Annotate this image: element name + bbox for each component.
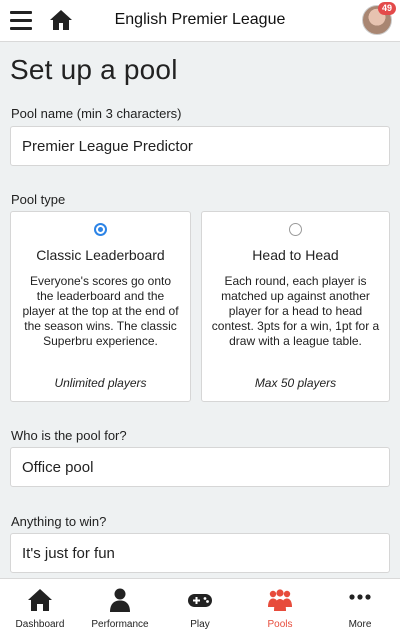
nav-label: Dashboard	[15, 619, 65, 630]
pool-type-label: Pool type	[11, 192, 66, 207]
home-icon	[28, 589, 52, 611]
nav-label: More	[348, 619, 372, 630]
classic-title: Classic Leaderboard	[36, 247, 165, 263]
nav-performance[interactable]: Performance	[80, 579, 160, 639]
bottom-nav: Dashboard Performance Play Pools More	[0, 578, 400, 639]
nav-dashboard[interactable]: Dashboard	[0, 579, 80, 639]
nav-label: Play	[190, 619, 210, 630]
nav-more[interactable]: More	[320, 579, 400, 639]
classic-limit: Unlimited players	[54, 376, 147, 390]
nav-label: Pools	[267, 619, 293, 630]
home-icon[interactable]	[49, 8, 73, 32]
pool-type-classic-card[interactable]: Classic Leaderboard Everyone's scores go…	[10, 211, 191, 402]
prize-label: Anything to win?	[11, 514, 107, 529]
h2h-limit: Max 50 players	[254, 376, 337, 390]
h2h-description: Each round, each player is matched up ag…	[211, 274, 380, 348]
classic-radio[interactable]	[94, 223, 107, 236]
notification-badge: 49	[377, 2, 396, 15]
more-dots-icon	[349, 594, 371, 600]
pool-name-input[interactable]	[10, 126, 390, 166]
profile-avatar-button[interactable]: 49	[362, 2, 396, 37]
page-title: Set up a pool	[10, 54, 178, 85]
h2h-title: Head to Head	[252, 247, 339, 263]
person-icon	[110, 588, 130, 612]
top-bar: English Premier League 49	[0, 0, 400, 42]
pool-name-label: Pool name (min 3 characters)	[11, 106, 182, 121]
gamepad-icon	[188, 594, 212, 607]
audience-input[interactable]	[10, 447, 390, 487]
nav-label: Performance	[91, 619, 149, 630]
prize-input[interactable]	[10, 533, 390, 573]
classic-description: Everyone's scores go onto the leaderboar…	[22, 274, 179, 348]
nav-pools[interactable]: Pools	[240, 579, 320, 639]
h2h-radio[interactable]	[289, 223, 302, 236]
pool-type-h2h-card[interactable]: Head to Head Each round, each player is …	[201, 211, 390, 402]
nav-play[interactable]: Play	[160, 579, 240, 639]
group-icon	[268, 589, 292, 611]
audience-label: Who is the pool for?	[11, 428, 127, 443]
menu-icon[interactable]	[10, 11, 32, 31]
